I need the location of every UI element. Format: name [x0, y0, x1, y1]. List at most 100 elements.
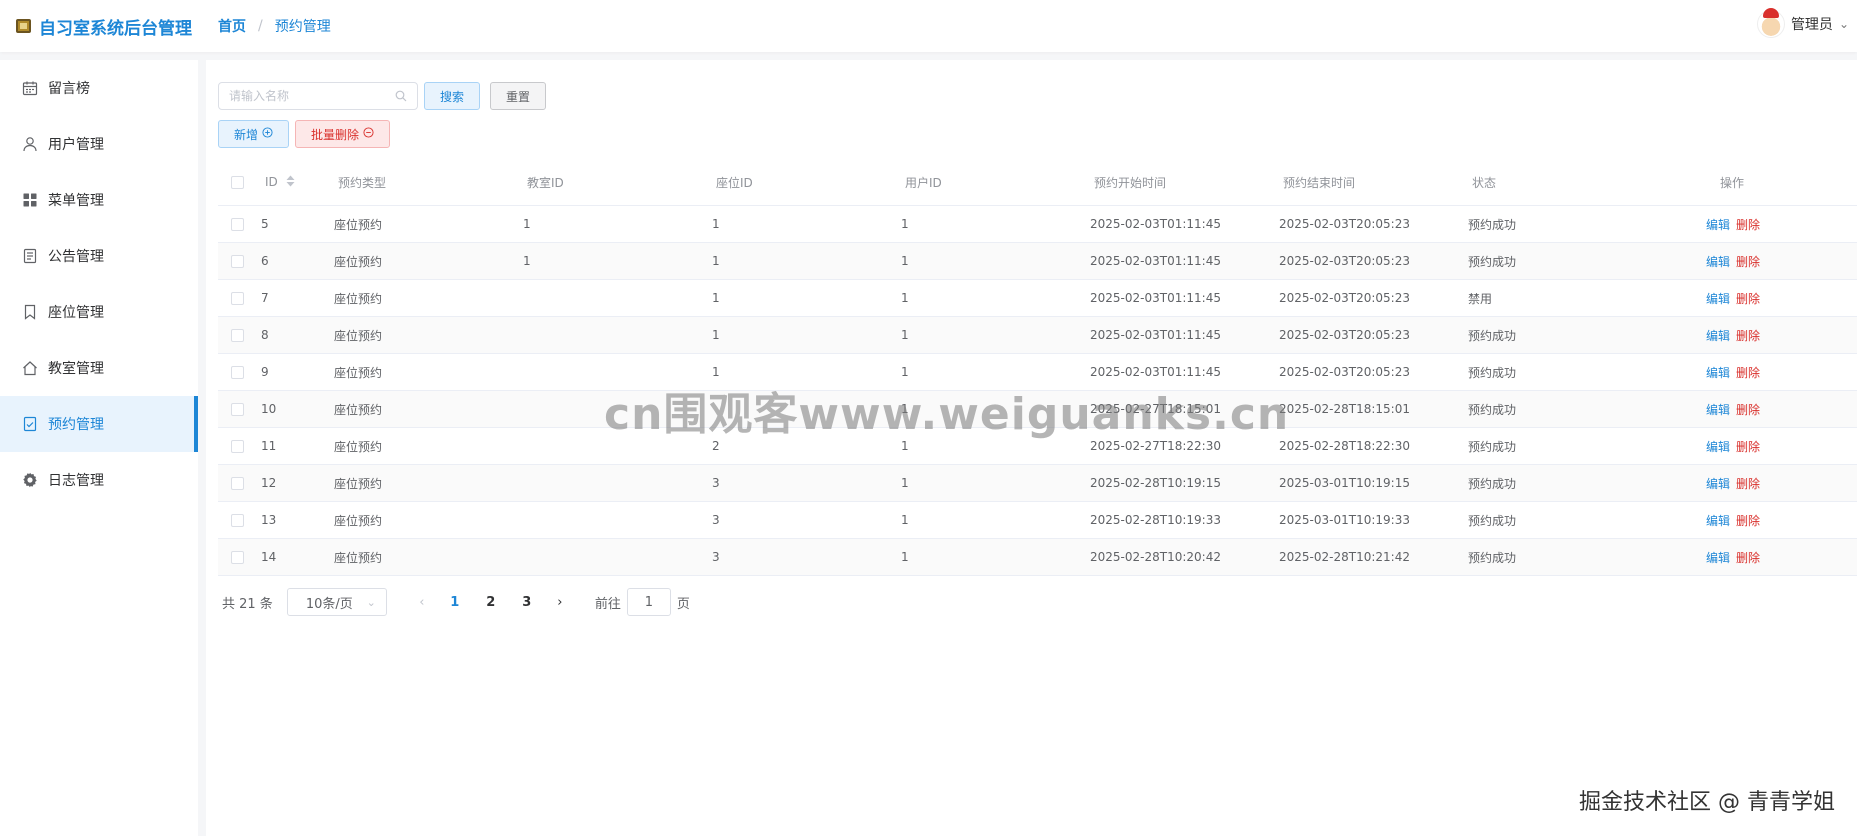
sidebar-item-label: 用户管理	[48, 137, 104, 153]
row-checkbox[interactable]	[231, 217, 244, 231]
sidebar-item-messages[interactable]: 留言榜	[0, 60, 198, 116]
user-name[interactable]: 管理员	[1791, 14, 1833, 34]
header-id[interactable]: ID	[261, 175, 334, 190]
batch-delete-button[interactable]: 批量删除	[295, 120, 391, 148]
sidebar-item-logs[interactable]: 日志管理	[0, 452, 198, 508]
delete-button[interactable]: 删除	[1736, 255, 1760, 269]
table-header: ID 预约类型 教室ID 座位ID 用户ID 预约开始时间 预约结束时间 状态 …	[218, 160, 1857, 206]
edit-button[interactable]: 编辑	[1706, 366, 1730, 380]
next-page-button[interactable]: ›	[545, 595, 575, 610]
sort-icon[interactable]	[286, 175, 295, 190]
sidebar-item-reservations[interactable]: 预约管理	[0, 396, 198, 452]
select-all-checkbox[interactable]	[231, 176, 244, 189]
prev-page-button[interactable]: ‹	[407, 595, 437, 610]
bookmark-icon	[22, 304, 38, 320]
row-checkbox[interactable]	[231, 328, 244, 342]
credit-text: 掘金技术社区 @ 青青学姐	[1579, 790, 1835, 815]
cell-seat-id: 3	[712, 476, 720, 490]
cell-ops: 编辑 删除	[1657, 327, 1807, 344]
row-checkbox[interactable]	[231, 254, 244, 268]
header-ops: 操作	[1720, 176, 1745, 190]
cell-start-time: 2025-02-03T01:11:45	[1090, 365, 1221, 379]
row-select-cell	[218, 513, 261, 527]
delete-button[interactable]: 删除	[1736, 403, 1760, 417]
cell-user-id: 1	[901, 365, 909, 379]
search-button[interactable]: 搜索	[424, 82, 481, 110]
cell-id: 9	[261, 365, 269, 379]
sidebar-item-menus[interactable]: 菜单管理	[0, 172, 198, 228]
page-1-button[interactable]: 1	[437, 595, 473, 610]
delete-button[interactable]: 删除	[1736, 366, 1760, 380]
edit-button[interactable]: 编辑	[1706, 477, 1730, 491]
delete-button[interactable]: 删除	[1736, 440, 1760, 454]
search-box[interactable]	[218, 82, 418, 110]
edit-button[interactable]: 编辑	[1706, 514, 1730, 528]
cell-type: 座位预约	[334, 365, 383, 380]
row-select-cell	[218, 476, 261, 490]
delete-button[interactable]: 删除	[1736, 551, 1760, 565]
edit-button[interactable]: 编辑	[1706, 292, 1730, 306]
delete-button[interactable]: 删除	[1736, 218, 1760, 232]
page-size-select[interactable]: 10条/页 ⌄	[286, 588, 387, 616]
row-checkbox[interactable]	[231, 439, 244, 453]
user-menu[interactable]: 管理员 ⌄	[1756, 8, 1849, 38]
add-button[interactable]: 新增	[218, 120, 290, 148]
sidebar-item-seats[interactable]: 座位管理	[0, 284, 198, 340]
sidebar-item-label: 日志管理	[48, 473, 104, 489]
sidebar-item-classrooms[interactable]: 教室管理	[0, 340, 198, 396]
avatar[interactable]	[1756, 8, 1785, 38]
breadcrumb-home[interactable]: 首页	[218, 16, 246, 36]
cell-id: 8	[261, 328, 269, 342]
cell-user-id: 1	[901, 328, 909, 342]
reservation-table: ID 预约类型 教室ID 座位ID 用户ID 预约开始时间 预约结束时间 状态 …	[218, 160, 1857, 576]
edit-button[interactable]: 编辑	[1706, 551, 1730, 565]
edit-button[interactable]: 编辑	[1706, 403, 1730, 417]
header-room-id: 教室ID	[527, 176, 564, 190]
reset-button[interactable]: 重置	[490, 82, 547, 110]
chevron-down-icon[interactable]: ⌄	[1839, 17, 1849, 31]
page-3-button[interactable]: 3	[509, 595, 545, 610]
row-checkbox[interactable]	[231, 476, 244, 490]
edit-button[interactable]: 编辑	[1706, 255, 1730, 269]
cell-status: 禁用	[1468, 291, 1493, 306]
delete-button[interactable]: 删除	[1736, 292, 1760, 306]
cell-end-time: 2025-03-01T10:19:33	[1279, 513, 1410, 527]
edit-button[interactable]: 编辑	[1706, 440, 1730, 454]
row-checkbox[interactable]	[231, 513, 244, 527]
delete-button[interactable]: 删除	[1736, 477, 1760, 491]
cell-ops: 编辑 删除	[1657, 512, 1807, 529]
sidebar-item-notices[interactable]: 公告管理	[0, 228, 198, 284]
edit-button[interactable]: 编辑	[1706, 218, 1730, 232]
pagination-total: 共 21 条	[222, 596, 273, 612]
cell-id: 11	[261, 439, 277, 453]
edit-button[interactable]: 编辑	[1706, 329, 1730, 343]
delete-button[interactable]: 删除	[1736, 514, 1760, 528]
cell-start-time: 2025-02-03T01:11:45	[1090, 291, 1221, 305]
cell-end-time: 2025-02-03T20:05:23	[1279, 328, 1410, 342]
row-checkbox[interactable]	[231, 550, 244, 564]
app-logo[interactable]: 自习室系统后台管理	[0, 14, 218, 39]
goto-page-input[interactable]	[626, 588, 671, 616]
row-checkbox[interactable]	[231, 402, 244, 416]
search-toolbar: 搜索 重置	[218, 82, 547, 110]
delete-button[interactable]: 删除	[1736, 329, 1760, 343]
check-document-icon	[22, 416, 38, 432]
cell-id: 5	[261, 217, 269, 231]
app-logo-icon	[16, 19, 31, 33]
sidebar-item-label: 菜单管理	[48, 193, 104, 209]
cell-seat-id: 1	[712, 291, 720, 305]
chevron-down-icon: ⌄	[366, 595, 376, 609]
breadcrumb-current: 预约管理	[274, 19, 331, 35]
cell-seat-id: 3	[712, 513, 720, 527]
page-2-button[interactable]: 2	[473, 595, 509, 610]
home-icon	[22, 360, 38, 376]
sidebar-item-users[interactable]: 用户管理	[0, 116, 198, 172]
cell-id: 14	[261, 550, 277, 564]
row-checkbox[interactable]	[231, 365, 244, 379]
search-icon[interactable]	[395, 87, 407, 106]
table-row: 13 座位预约 3 1 2025-02-28T10:19:33 2025-03-01T10…	[218, 502, 1857, 539]
header-user-id: 用户ID	[905, 176, 942, 190]
row-checkbox[interactable]	[231, 291, 244, 305]
cell-start-time: 2025-02-28T10:19:33	[1090, 513, 1221, 527]
search-input[interactable]	[229, 89, 395, 103]
